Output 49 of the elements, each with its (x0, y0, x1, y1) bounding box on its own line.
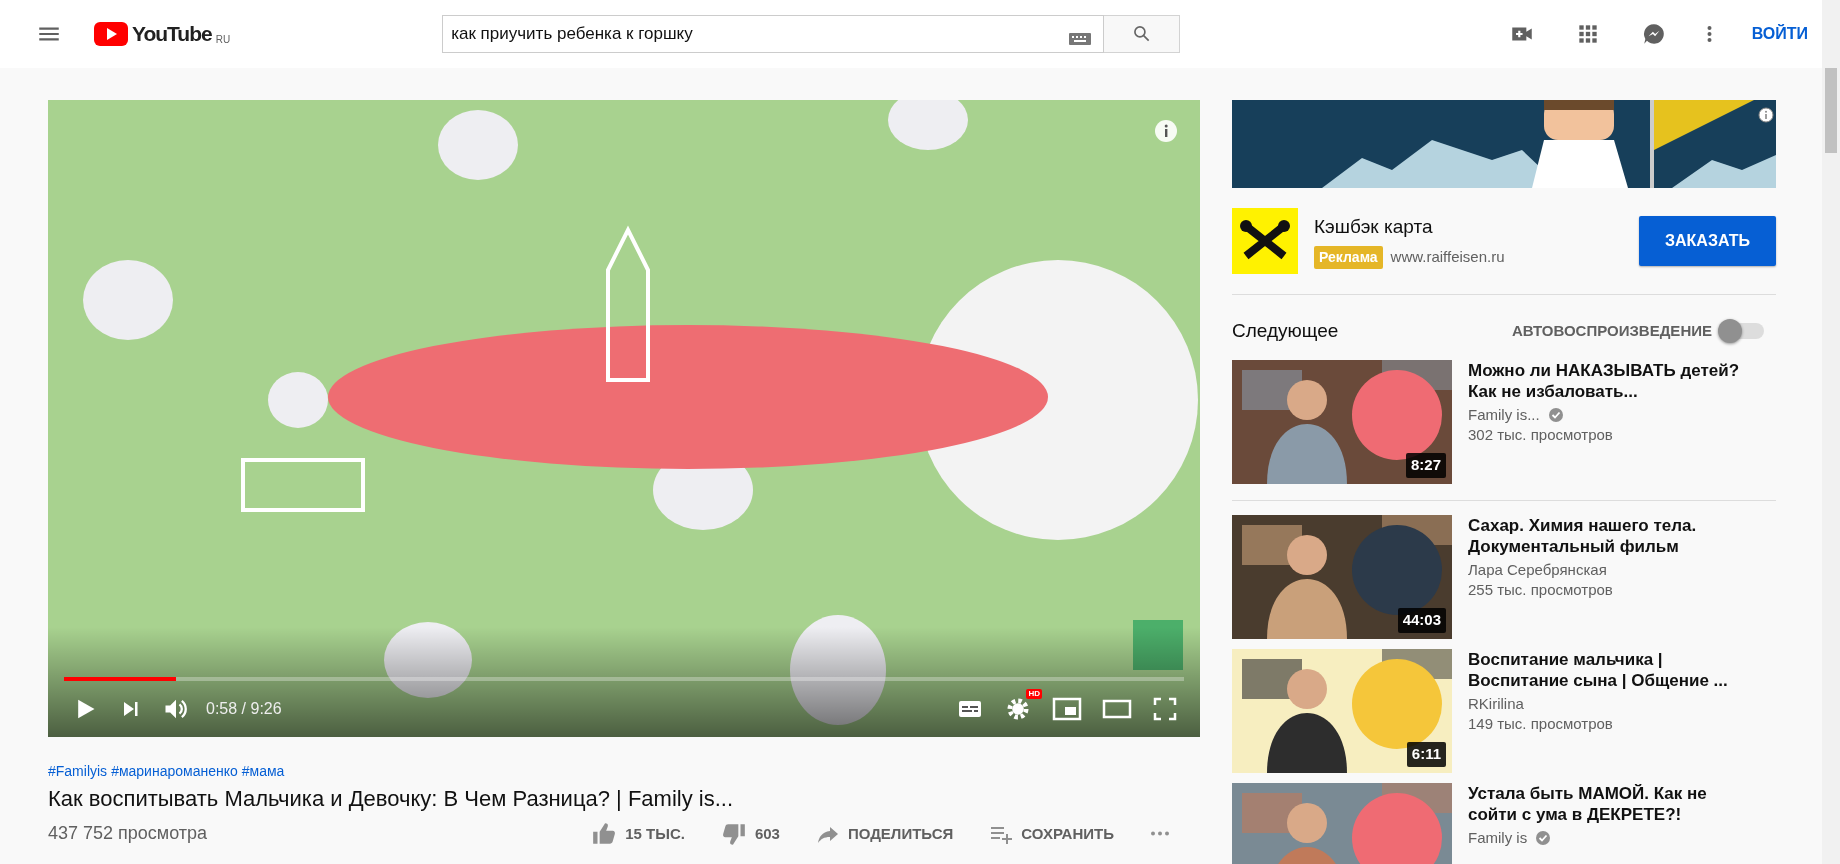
hashtag-link[interactable]: #мама (241, 761, 285, 782)
hashtag-link[interactable]: #маринароманенко (111, 761, 238, 782)
theater-icon (1102, 698, 1132, 720)
ad-url: www.raiffeisen.ru (1390, 247, 1505, 267)
video-duration: 8:27 (1405, 453, 1446, 478)
video-title-link[interactable]: Можно ли НАКАЗЫВАТЬ детей? Как не избаловать... (1468, 359, 1758, 402)
video-player[interactable]: 0:58 / 9:26 HD (48, 100, 1200, 737)
hashtag-link[interactable]: #Familyis (48, 761, 108, 782)
up-next-heading: Следующее (1232, 319, 1339, 343)
search-icon (1131, 24, 1152, 44)
thumbs-up-icon (591, 820, 618, 847)
fullscreen-icon (1152, 696, 1178, 722)
share-button[interactable]: ПОДЕЛИТЬСЯ (805, 821, 964, 846)
channel-name[interactable]: RKirilina (1468, 693, 1524, 714)
ad-title[interactable]: Кэшбэк карта (1314, 213, 1505, 242)
video-duration: 6:11 (1406, 742, 1446, 767)
channel-name[interactable]: Family is (1468, 827, 1528, 848)
logo-text[interactable]: YouTube (132, 18, 212, 50)
video-views: 302 тыс. просмотров (1468, 424, 1614, 445)
bank-logo-icon[interactable] (1232, 208, 1298, 274)
view-count: 437 752 просмотра (48, 822, 208, 846)
miniplayer-icon (1052, 696, 1082, 722)
more-vertical-icon (1706, 24, 1712, 44)
hd-badge: HD (1026, 689, 1042, 699)
like-button[interactable]: 15 ТЫС. (581, 820, 695, 847)
logo-icon[interactable] (94, 22, 128, 46)
ad-label: Реклама (1314, 245, 1383, 269)
ad-info-icon[interactable] (1758, 106, 1774, 123)
video-duration: 44:03 (1397, 608, 1446, 633)
autoplay-label: АВТОВОСПРОИЗВЕДЕНИЕ (1511, 321, 1712, 341)
time-display: 0:58 / 9:26 (206, 699, 282, 719)
search-field[interactable]: как приучить ребенка к горшку (442, 15, 1105, 53)
region-label: RU (215, 33, 231, 48)
video-title-link[interactable]: Воспитание мальчика | Воспитание сына | Общение ... (1468, 648, 1758, 691)
info-icon[interactable] (1154, 118, 1178, 143)
video-title: Как воспитывать Мальчика и Девочку: В Чем Разница? | Family is... (48, 786, 735, 813)
video-views: 149 тыс. просмотров (1468, 713, 1614, 734)
dislike-button[interactable]: 603 (710, 820, 790, 847)
channel-name[interactable]: Family is... (1468, 404, 1540, 425)
video-views: 255 тыс. просмотров (1468, 579, 1614, 600)
save-button[interactable]: СОХРАНИТЬ (979, 821, 1124, 846)
sign-in-button[interactable]: ВОЙТИ (1743, 16, 1816, 52)
channel-name[interactable]: Лара Серебрянская (1468, 559, 1607, 580)
search-button[interactable] (1104, 15, 1181, 53)
more-horizontal-icon (1150, 831, 1170, 837)
video-title-link[interactable]: Устала быть МАМОЙ. Как не сойти с ума в ДЕКРЕТЕ?! (1468, 782, 1758, 825)
video-title-link[interactable]: Сахар. Химия нашего тела. Документальный фильм (1468, 514, 1758, 557)
scrollbar[interactable] (1822, 0, 1840, 864)
order-button[interactable]: ЗАКАЗАТЬ (1639, 216, 1776, 266)
